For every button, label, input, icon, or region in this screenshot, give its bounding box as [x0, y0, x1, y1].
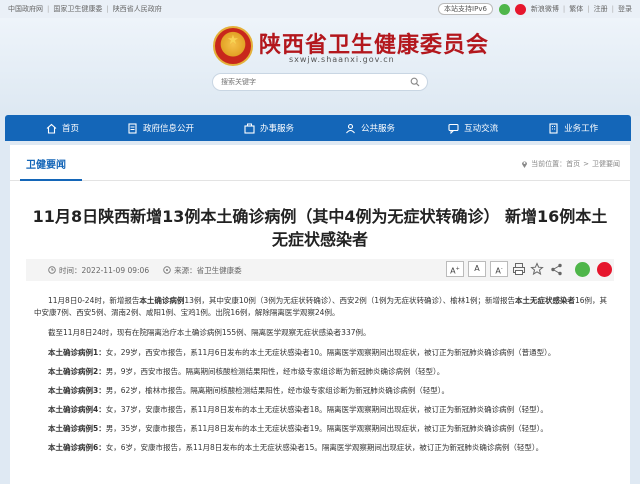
- link-traditional[interactable]: 繁体: [569, 4, 583, 14]
- emblem-star-icon: ★: [227, 33, 239, 48]
- link-register[interactable]: 注册: [594, 4, 608, 14]
- nav-interaction[interactable]: 互动交流: [444, 115, 502, 141]
- search-box: [212, 73, 428, 91]
- section-header: 卫健要闻 当前位置： 首页 > 卫健要闻: [10, 145, 630, 181]
- wechat-share-icon[interactable]: [575, 261, 590, 277]
- font-reset-button[interactable]: A: [468, 261, 486, 277]
- star-icon[interactable]: [530, 262, 544, 276]
- case-item: 本土确诊病例1：女，29岁，西安市报告，系11月6日发布的本土无症状感染者10。…: [48, 348, 556, 357]
- breadcrumb: 当前位置： 首页 > 卫健要闻: [521, 159, 620, 169]
- article-meta-bar: 时间： 2022-11-09 09:06 来源： 省卫生健康委 A+ A A-: [26, 259, 614, 281]
- article-source: 来源： 省卫生健康委: [163, 265, 242, 276]
- nav-business[interactable]: 业务工作: [544, 115, 602, 141]
- paragraph-2: 截至11月8日24时，现有在院隔离治疗本土确诊病例155例、隔离医学观察无症状感…: [48, 328, 371, 337]
- source-icon: [163, 266, 171, 274]
- link-gov-cn[interactable]: 中国政府网: [8, 4, 43, 14]
- nav-home[interactable]: 首页: [42, 115, 83, 141]
- top-utility-bar: 中国政府网 | 国家卫生健康委 | 陕西省人民政府 本站支持IPv6 新浪微博 …: [0, 0, 640, 18]
- section-title: 卫健要闻: [26, 160, 66, 171]
- clock-icon: [48, 266, 56, 274]
- home-icon: [46, 123, 57, 134]
- case-item: 本土确诊病例3：男，62岁，榆林市报告。隔离期间核酸检测结果阳性，经市级专家组诊…: [48, 386, 450, 395]
- building-icon: [549, 122, 558, 134]
- source-label: 来源：: [174, 265, 197, 275]
- content-panel: 卫健要闻 当前位置： 首页 > 卫健要闻 11月8日陕西新增13例本土确诊病例（…: [10, 145, 630, 484]
- weibo-icon[interactable]: [514, 3, 526, 15]
- link-login[interactable]: 登录: [618, 4, 632, 14]
- share-icon[interactable]: [550, 263, 563, 276]
- location-pin-icon: [522, 161, 528, 168]
- wechat-icon[interactable]: [498, 3, 510, 15]
- search-input[interactable]: [221, 76, 401, 88]
- case-item: 本土确诊病例2：男，9岁，西安市报告。隔离期间核酸检测结果阳性，经市级专家组诊断…: [48, 367, 445, 376]
- article-body: 11月8日0-24时，新增报告本土确诊病例13例，其中安康10例（3例为无症状转…: [34, 295, 608, 461]
- case-item: 本土确诊病例6：女，6岁，安康市报告，系11月8日发布的本土无症状感染者15。隔…: [48, 443, 544, 452]
- case-item: 本土确诊病例4：女，37岁，安康市报告，系11月8日发布的本土无症状感染者18。…: [48, 405, 548, 414]
- nav-label: 办事服务: [260, 124, 295, 134]
- publish-time: 时间： 2022-11-09 09:06: [48, 265, 149, 276]
- main-nav: 首页 政府信息公开 办事服务 公共服务 互动交流 业务工作: [5, 115, 631, 141]
- time-label: 时间：: [59, 265, 82, 275]
- chat-icon: [448, 123, 459, 134]
- weibo-share-icon[interactable]: [597, 261, 612, 277]
- masthead: ★ 陕西省卫生健康委员会 sxwjw.shaanxi.gov.cn: [0, 18, 640, 116]
- breadcrumb-prefix: 当前位置：: [531, 160, 567, 168]
- ipv6-badge: 本站支持IPv6: [438, 3, 493, 15]
- nav-services[interactable]: 办事服务: [240, 115, 298, 141]
- nav-label: 公共服务: [361, 124, 396, 134]
- briefcase-icon: [244, 123, 255, 134]
- document-icon: [128, 122, 137, 134]
- nav-gov-info[interactable]: 政府信息公开: [123, 115, 198, 141]
- article-tools: A+ A A- 分享: [446, 261, 619, 277]
- link-shaanxi-gov[interactable]: 陕西省人民政府: [113, 4, 162, 14]
- top-links-left: 中国政府网 | 国家卫生健康委 | 陕西省人民政府: [8, 4, 162, 14]
- nav-label: 业务工作: [564, 124, 599, 134]
- nav-public-services[interactable]: 公共服务: [341, 115, 399, 141]
- breadcrumb-current[interactable]: 卫健要闻: [592, 159, 620, 169]
- font-decrease-button[interactable]: A-: [490, 261, 508, 277]
- case-item: 本土确诊病例5：男，35岁，安康市报告，系11月8日发布的本土无症状感染者19。…: [48, 424, 548, 433]
- nav-label: 首页: [62, 124, 80, 134]
- article-title: 11月8日陕西新增13例本土确诊病例（其中4例为无症状转确诊） 新增16例本土无…: [32, 207, 608, 249]
- nav-label: 互动交流: [464, 124, 499, 134]
- print-icon[interactable]: [512, 262, 526, 276]
- breadcrumb-home[interactable]: 首页: [566, 159, 580, 169]
- section-underline: [20, 179, 82, 181]
- people-icon: [346, 123, 355, 133]
- font-increase-button[interactable]: A+: [446, 261, 464, 277]
- link-nhc[interactable]: 国家卫生健康委: [53, 4, 102, 14]
- time-value: 2022-11-09 09:06: [81, 265, 150, 275]
- site-domain: sxwjw.shaanxi.gov.cn: [289, 55, 395, 64]
- nav-label: 政府信息公开: [143, 124, 195, 134]
- link-sina-weibo[interactable]: 新浪微博: [531, 4, 559, 14]
- source-value: 省卫生健康委: [196, 265, 242, 275]
- search-icon[interactable]: [410, 77, 420, 87]
- top-links-right: 本站支持IPv6 新浪微博 | 繁体 | 注册 | 登录: [438, 3, 632, 15]
- paragraph-1: 11月8日0-24时，新增报告本土确诊病例13例，其中安康10例（3例为无症状转…: [34, 296, 608, 317]
